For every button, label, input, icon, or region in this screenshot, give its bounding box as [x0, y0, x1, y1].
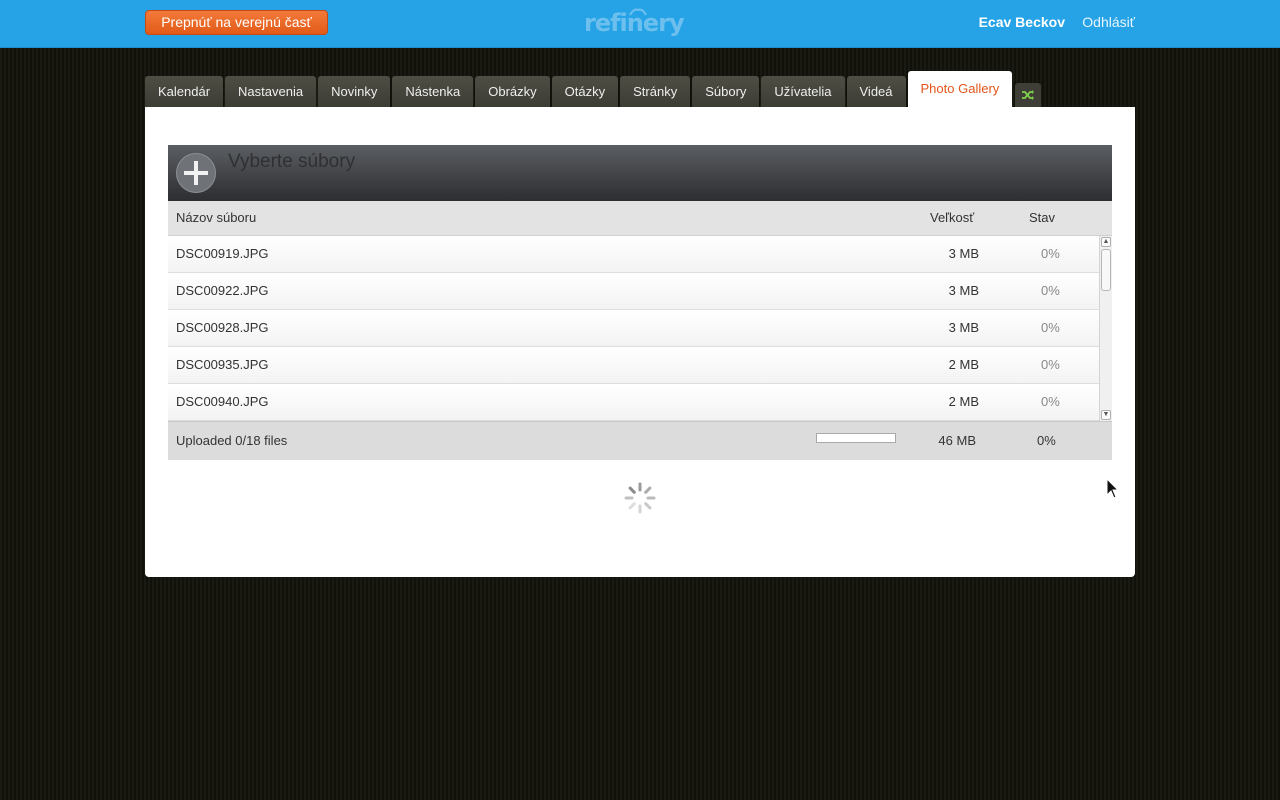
file-status: 0%: [1041, 394, 1060, 409]
total-percent: 0%: [1037, 433, 1056, 448]
file-status: 0%: [1041, 246, 1060, 261]
shuffle-icon: [1022, 90, 1035, 100]
uploader-title[interactable]: Vyberte súbory: [228, 151, 355, 173]
mouse-cursor-icon: [1106, 478, 1120, 499]
file-list-header: Názov súboru Veľkosť Stav: [168, 201, 1112, 236]
file-name: DSC00919.JPG: [176, 246, 269, 261]
file-list-scrollbar[interactable]: ▲ ▼: [1099, 236, 1112, 421]
file-row[interactable]: DSC00928.JPG 3 MB 0%: [168, 310, 1099, 347]
file-name: DSC00940.JPG: [176, 394, 269, 409]
total-size: 46 MB: [938, 433, 976, 448]
tab-photo-gallery[interactable]: Photo Gallery: [907, 71, 1013, 107]
file-size: 2 MB: [948, 394, 979, 409]
switch-to-public-button[interactable]: Prepnúť na verejnú časť: [145, 10, 328, 35]
main-tabs: Kalendár Nastavenia Novinky Nástenka Obr…: [145, 71, 1043, 107]
scroll-down-icon[interactable]: ▼: [1101, 410, 1111, 420]
refinery-logo: refinery: [584, 6, 685, 40]
content-panel: Vyberte súbory Názov súboru Veľkosť Stav…: [145, 107, 1135, 577]
user-name: Ecav Beckov: [978, 14, 1065, 30]
file-size: 2 MB: [948, 357, 979, 372]
file-list: DSC00919.JPG 3 MB 0% DSC00922.JPG 3 MB 0…: [168, 236, 1112, 421]
upload-status-text: Uploaded 0/18 files: [176, 433, 288, 448]
scroll-thumb[interactable]: [1101, 249, 1111, 291]
tab-kalendar[interactable]: Kalendár: [145, 76, 224, 107]
file-size: 3 MB: [948, 320, 979, 335]
add-files-icon[interactable]: [176, 153, 216, 193]
uploader-footer: Uploaded 0/18 files 46 MB 0%: [168, 421, 1112, 460]
top-bar: Prepnúť na verejnú časť refinery Ecav Be…: [0, 0, 1280, 48]
tab-subory[interactable]: Súbory: [692, 76, 760, 107]
column-size-header: Veľkosť: [930, 210, 975, 225]
file-uploader: Vyberte súbory Názov súboru Veľkosť Stav…: [168, 145, 1112, 460]
logo-drops-icon: [629, 8, 647, 16]
file-size: 3 MB: [948, 283, 979, 298]
file-name: DSC00935.JPG: [176, 357, 269, 372]
logout-link[interactable]: Odhlásiť: [1082, 14, 1135, 30]
column-status-header: Stav: [1029, 210, 1056, 225]
tab-nastavenia[interactable]: Nastavenia: [225, 76, 317, 107]
tab-nastenka[interactable]: Nástenka: [392, 76, 474, 107]
tab-obrazky[interactable]: Obrázky: [475, 76, 550, 107]
column-name-header: Názov súboru: [176, 210, 257, 225]
loading-spinner-icon: [624, 482, 656, 514]
file-status: 0%: [1041, 357, 1060, 372]
tab-uzivatelia[interactable]: Užívatelia: [761, 76, 845, 107]
file-status: 0%: [1041, 320, 1060, 335]
file-status: 0%: [1041, 283, 1060, 298]
reorder-tabs-button[interactable]: [1015, 83, 1042, 107]
file-row[interactable]: DSC00940.JPG 2 MB 0%: [168, 384, 1099, 421]
file-row[interactable]: DSC00919.JPG 3 MB 0%: [168, 236, 1099, 273]
tab-otazky[interactable]: Otázky: [551, 76, 619, 107]
file-size: 3 MB: [948, 246, 979, 261]
file-name: DSC00922.JPG: [176, 283, 269, 298]
file-name: DSC00928.JPG: [176, 320, 269, 335]
uploader-header: Vyberte súbory: [168, 145, 1112, 201]
total-progress-bar: [816, 433, 896, 443]
tab-novinky[interactable]: Novinky: [318, 76, 391, 107]
file-row[interactable]: DSC00922.JPG 3 MB 0%: [168, 273, 1099, 310]
tab-stranky[interactable]: Stránky: [620, 76, 691, 107]
file-row[interactable]: DSC00935.JPG 2 MB 0%: [168, 347, 1099, 384]
scroll-up-icon[interactable]: ▲: [1101, 237, 1111, 247]
tab-videa[interactable]: Videá: [846, 76, 906, 107]
